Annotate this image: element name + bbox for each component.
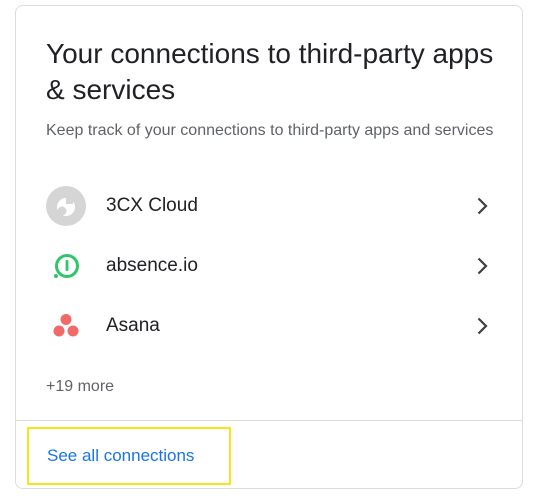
app-item-absence-io[interactable]: absence.io [46,244,494,288]
app-name: absence.io [106,255,198,276]
divider [16,420,522,421]
app-name: 3CX Cloud [106,195,198,216]
card-title: Your connections to third-party apps & s… [46,38,494,105]
chevron-right-icon [470,194,494,218]
app-item-3cx-cloud[interactable]: 3CX Cloud [46,184,494,228]
app-name: Asana [106,315,160,336]
chevron-right-icon [470,314,494,338]
app-item-asana[interactable]: Asana [46,304,494,348]
absence-io-logo-icon [46,246,86,286]
card-subtitle: Keep track of your connections to third-… [46,122,494,139]
see-all-connections-link[interactable]: See all connections [27,427,231,485]
third-party-connections-card: Your connections to third-party apps & s… [15,5,523,489]
3cx-logo-icon [46,186,86,226]
chevron-right-icon [470,254,494,278]
asana-logo-icon [46,306,86,346]
more-count-label: +19 more [46,378,115,395]
